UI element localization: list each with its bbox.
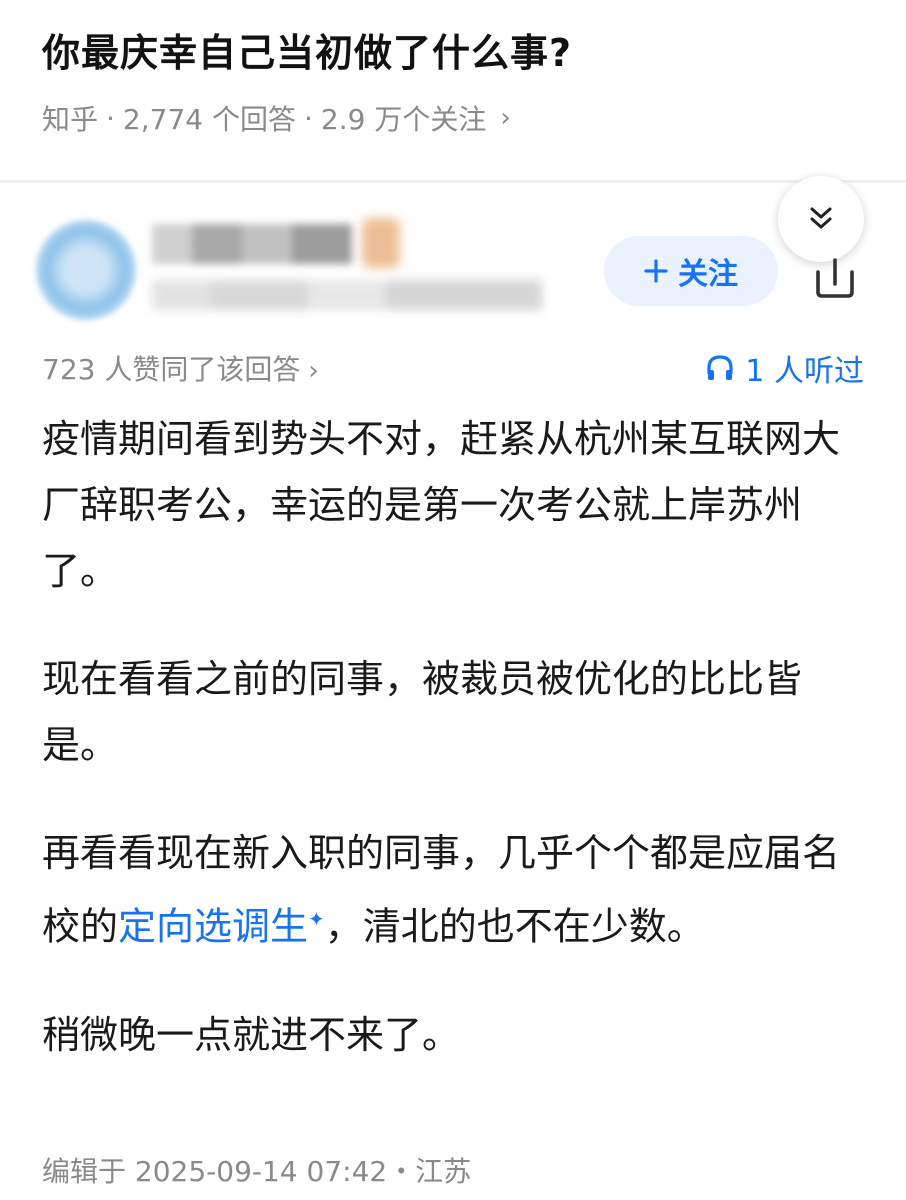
answer-paragraph: 现在看看之前的同事，被裁员被优化的比比皆是。 — [42, 657, 803, 767]
follow-button[interactable]: 关注 — [604, 236, 778, 306]
author-badge-blurred — [362, 218, 400, 268]
share-icon[interactable] — [812, 254, 858, 300]
chevron-right-icon: › — [308, 356, 319, 386]
question-title[interactable]: 你最庆幸自己当初做了什么事? — [42, 22, 572, 77]
answer-page: 你最庆幸自己当初做了什么事? 知乎 · 2,774 个回答 · 2.9 万个关注… — [0, 0, 906, 1200]
plus-icon — [644, 259, 668, 283]
votes-text: 723 人赞同了该回答 — [42, 353, 301, 386]
author-name-blurred[interactable] — [152, 224, 352, 264]
meta-separator: · — [106, 101, 115, 135]
question-meta[interactable]: 知乎 · 2,774 个回答 · 2.9 万个关注 › — [42, 98, 511, 138]
listened-indicator[interactable]: 1 人听过 — [705, 346, 864, 390]
avatar[interactable] — [36, 220, 136, 320]
double-chevron-down-icon — [810, 207, 832, 229]
author-description-blurred — [152, 280, 542, 310]
meta-separator: · — [303, 101, 313, 135]
source-label: 知乎 — [42, 103, 99, 136]
paragraph-text: ，清北的也不在少数。 — [324, 904, 705, 949]
keyword-link[interactable]: 定向选调生 — [118, 905, 308, 949]
answers-count: 2,774 个回答 — [122, 103, 296, 136]
chevron-right-icon: › — [500, 103, 511, 133]
answer-paragraph: 疫情期间看到势头不对，赶紧从杭州某互联网大厂辞职考公，幸运的是第一次考公就上岸苏… — [42, 417, 841, 593]
listened-text: 1 人听过 — [745, 354, 864, 389]
section-divider — [0, 180, 906, 183]
follow-label: 关注 — [678, 257, 738, 292]
answer-paragraph: 稍微晚一点就进不来了。 — [42, 1012, 461, 1057]
sparkle-icon: ✦ — [308, 907, 325, 931]
headphones-icon — [707, 355, 733, 380]
followers-count: 2.9 万个关注 — [320, 103, 487, 136]
answer-paragraph: 再看看现在新入职的同事，几乎个个都是应届名校的定向选调生✦，清北的也不在少数。 — [42, 820, 872, 960]
edit-timestamp: 编辑于 2025-09-14 07:42・江苏 — [42, 1155, 472, 1188]
answer-content: 疫情期间看到势头不对，赶紧从杭州某互联网大厂辞职考公，幸运的是第一次考公就上岸苏… — [42, 406, 872, 1110]
collapse-button[interactable] — [778, 176, 864, 262]
votes-count[interactable]: 723 人赞同了该回答 › — [42, 348, 319, 388]
